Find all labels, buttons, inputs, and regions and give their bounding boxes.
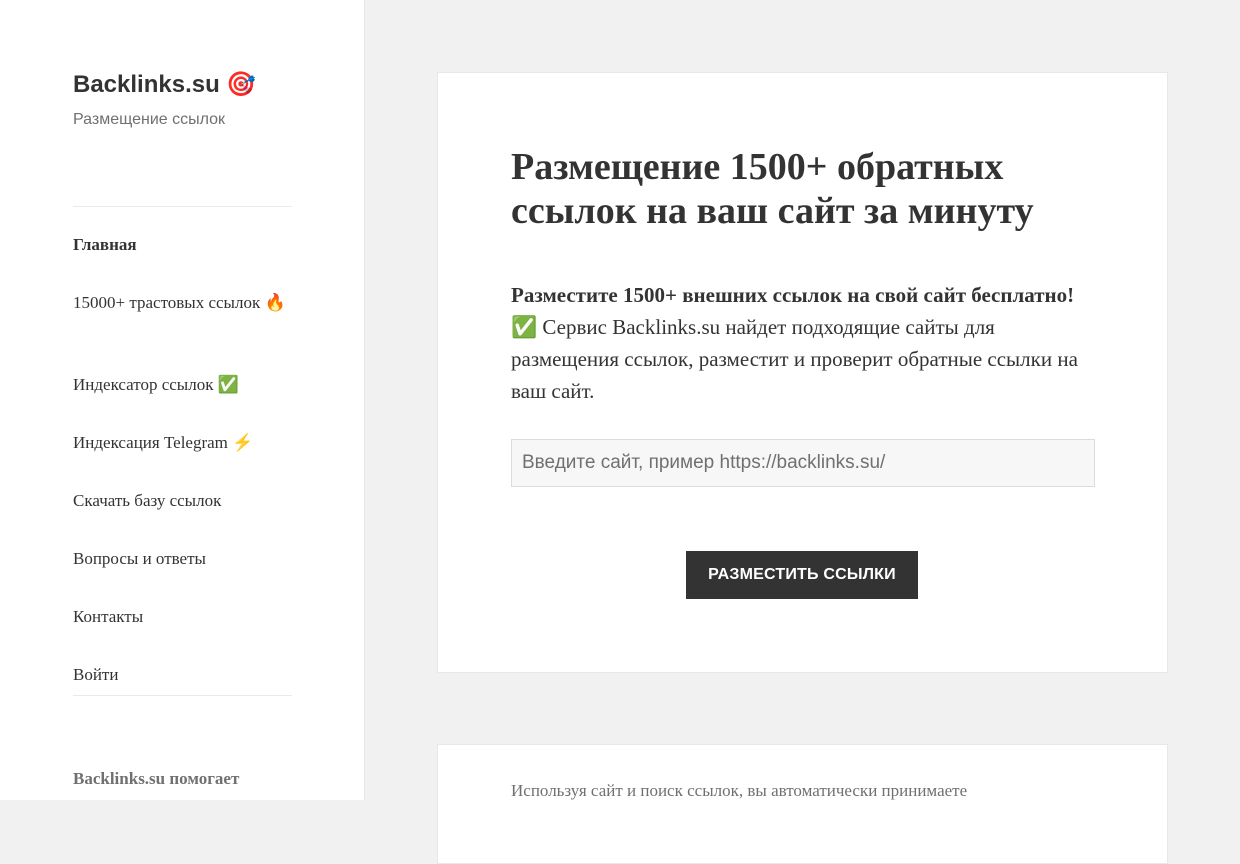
menu-item-login[interactable]: Войти	[73, 663, 292, 687]
site-url-input[interactable]	[511, 439, 1095, 487]
menu-divider-bottom	[73, 695, 292, 696]
menu-item-telegram-indexing[interactable]: Индексация Telegram ⚡	[73, 431, 292, 455]
site-title-link[interactable]: Backlinks.su 🎯	[73, 70, 256, 99]
menu-item-contacts[interactable]: Контакты	[73, 605, 292, 629]
notice-text: Используя сайт и поиск ссылок, вы автома…	[511, 781, 968, 800]
sidebar: Backlinks.su 🎯 Размещение ссылок Главная…	[0, 0, 365, 800]
target-icon: 🎯	[226, 71, 257, 98]
menu-item-trust-links[interactable]: 15000+ трастовых ссылок 🔥	[73, 291, 292, 315]
intro-rest: Сервис Backlinks.su найдет подходящие са…	[511, 315, 1078, 403]
site-title[interactable]: Backlinks.su	[73, 71, 220, 98]
site-description: Размещение ссылок	[73, 111, 226, 128]
widget-title: Backlinks.su помогает	[73, 769, 240, 788]
check-icon: ✅	[511, 315, 538, 339]
intro-bold: Разместите 1500+ внешних ссылок на свой …	[511, 283, 1075, 307]
menu-item-download-base[interactable]: Скачать базу ссылок	[73, 489, 292, 513]
menu-item-faq[interactable]: Вопросы и ответы	[73, 547, 292, 571]
menu-item-link-indexer[interactable]: Индексатор ссылок ✅	[73, 373, 292, 397]
main-card: Размещение 1500+ обратных ссылок на ваш …	[437, 72, 1168, 673]
intro-text: Разместите 1500+ внешних ссылок на свой …	[511, 279, 1101, 407]
menu-divider-top	[73, 206, 292, 207]
submit-button[interactable]: РАЗМЕСТИТЬ ССЫЛКИ	[686, 551, 918, 599]
menu-item-home[interactable]: Главная	[73, 233, 292, 257]
page-title: Размещение 1500+ обратных ссылок на ваш …	[511, 146, 1034, 232]
notice-card: Используя сайт и поиск ссылок, вы автома…	[437, 744, 1168, 864]
